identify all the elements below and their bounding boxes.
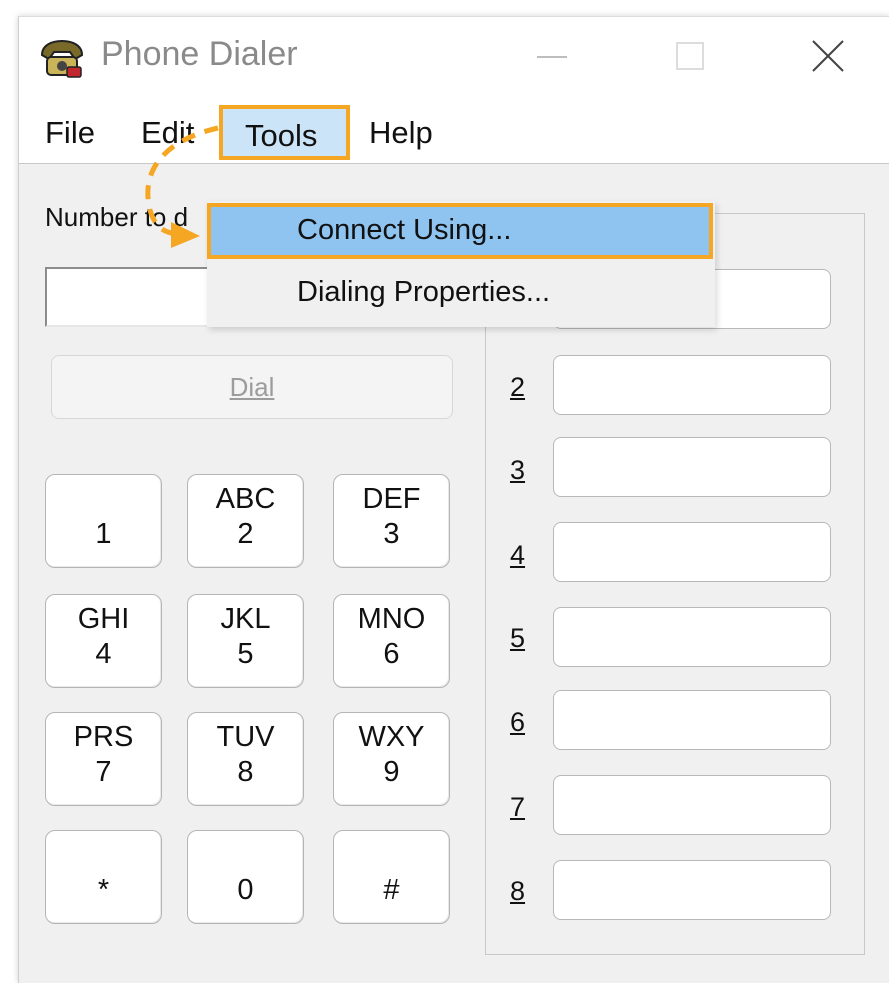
key-3[interactable]: DEF 3 — [333, 474, 450, 568]
phone-dialer-window: Phone Dialer File Edit Help Tools Number… — [18, 16, 889, 983]
speed-dial-button-3[interactable] — [553, 437, 831, 497]
speed-dial-button-8[interactable] — [553, 860, 831, 920]
menu-item-connect-using[interactable]: Connect Using... — [207, 203, 713, 259]
speed-dial-label-2: 2 — [510, 372, 526, 402]
key-8[interactable]: TUV 8 — [187, 712, 304, 806]
speed-dial-button-2[interactable] — [553, 355, 831, 415]
key-star[interactable]: * — [45, 830, 162, 924]
speed-dial-button-7[interactable] — [553, 775, 831, 835]
speed-dial-button-5[interactable] — [553, 607, 831, 667]
phone-app-icon — [40, 39, 84, 78]
menu-file[interactable]: File — [45, 115, 95, 151]
menu-tools[interactable]: Tools — [219, 105, 350, 160]
speed-dial-button-4[interactable] — [553, 522, 831, 582]
key-hash[interactable]: # — [333, 830, 450, 924]
speed-dial-label-5: 5 — [510, 623, 526, 653]
minimize-icon[interactable] — [521, 29, 581, 85]
close-icon[interactable] — [797, 29, 857, 85]
speed-dial-label-8: 8 — [510, 876, 526, 906]
tools-dropdown-menu: Connect Using... Dialing Properties... — [207, 201, 715, 327]
menu-edit[interactable]: Edit — [141, 115, 194, 151]
key-2[interactable]: ABC 2 — [187, 474, 304, 568]
key-1[interactable]: 1 — [45, 474, 162, 568]
key-7[interactable]: PRS 7 — [45, 712, 162, 806]
number-to-dial-label: Number to d — [45, 202, 189, 232]
key-0[interactable]: 0 — [187, 830, 304, 924]
key-5[interactable]: JKL 5 — [187, 594, 304, 688]
dial-button[interactable]: Dial — [51, 355, 453, 419]
speed-dial-label-6: 6 — [510, 707, 526, 737]
title-bar: Phone Dialer — [19, 17, 889, 97]
key-9[interactable]: WXY 9 — [333, 712, 450, 806]
speed-dial-label-4: 4 — [510, 540, 526, 570]
menu-tools-label: Tools — [245, 118, 318, 153]
speed-dial-label-3: 3 — [510, 455, 526, 485]
maximize-icon[interactable] — [659, 29, 719, 85]
menu-bar: File Edit Help — [19, 97, 889, 164]
key-6[interactable]: MNO 6 — [333, 594, 450, 688]
window-title: Phone Dialer — [101, 35, 298, 73]
menu-help[interactable]: Help — [369, 115, 433, 151]
speed-dial-button-6[interactable] — [553, 690, 831, 750]
speed-dial-label-7: 7 — [510, 792, 526, 822]
menu-item-dialing-properties[interactable]: Dialing Properties... — [207, 265, 715, 321]
key-4[interactable]: GHI 4 — [45, 594, 162, 688]
